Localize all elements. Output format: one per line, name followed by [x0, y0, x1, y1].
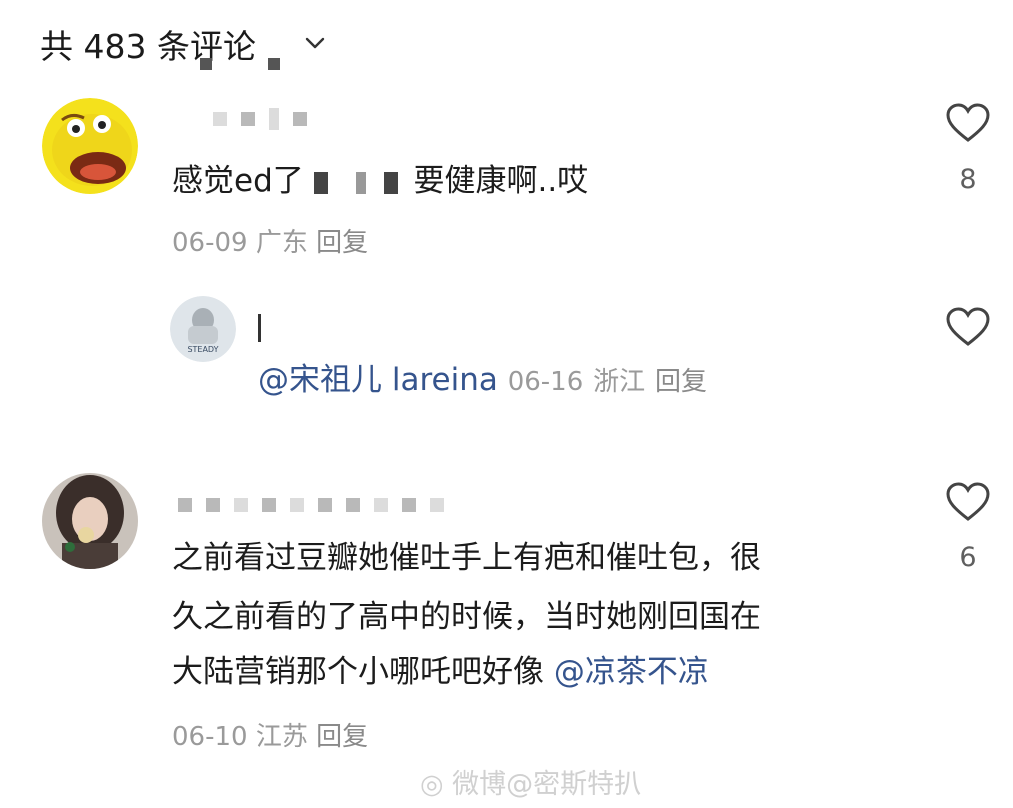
mosaic-block [430, 498, 444, 512]
mosaic-block [290, 498, 304, 512]
censor-mosaic [313, 171, 404, 194]
emoji-face-icon [42, 98, 138, 194]
avatar[interactable]: STEADY [170, 296, 236, 362]
comment-date: 06-09 [172, 228, 248, 258]
mention-link[interactable]: @宋祖儿 lareina [258, 362, 498, 398]
comment-text-start: 感觉ed了 [172, 163, 304, 199]
mosaic-block [269, 108, 279, 130]
avatar-photo-icon: STEADY [170, 296, 236, 362]
mention-link[interactable]: @凉茶不凉 [554, 654, 709, 690]
reply-text: @宋祖儿 lareina 06-16 浙江 回复 [258, 362, 707, 399]
comment-meta: 06-09 广东 回复 [172, 222, 368, 259]
comment-line-1: 之前看过豆瓣她催吐手上有疤和催吐包，很 [172, 540, 761, 576]
avatar-text: STEADY [187, 345, 218, 354]
heart-icon[interactable] [945, 102, 991, 144]
comment-meta: 06-10 江苏 回复 [172, 716, 368, 753]
weibo-logo: ◎ [420, 769, 444, 800]
heart-icon[interactable] [945, 306, 991, 348]
reply-button[interactable]: 回复 [316, 722, 368, 752]
mosaic-block [293, 112, 307, 126]
comment-text: 大陆营销那个小哪吒吧好像 [172, 654, 544, 690]
watermark-text: 微博@密斯特扒 [452, 769, 642, 800]
comment-line-2: 久之前看的了高中的时候，当时她刚回国在 [172, 599, 761, 635]
comment-location: 江苏 [255, 722, 308, 752]
comment-location: 浙江 [593, 367, 646, 397]
comment-date: 06-10 [172, 722, 248, 752]
chevron-down-icon[interactable] [304, 32, 326, 54]
username-cursor[interactable] [258, 314, 261, 342]
mosaic-block [200, 58, 212, 70]
comment-date: 06-16 [507, 367, 584, 397]
mosaic-block [234, 498, 248, 512]
username-mosaic[interactable] [178, 498, 444, 512]
mosaic-block [346, 498, 360, 512]
like-count: 6 [959, 542, 977, 573]
mosaic-block [268, 58, 280, 70]
mosaic-block [178, 498, 192, 512]
avatar-photo-icon [42, 473, 138, 569]
reply-button[interactable]: 回复 [316, 228, 368, 258]
comment-count-title[interactable]: 共 483 条评论 [40, 20, 256, 68]
mosaic-block [213, 112, 227, 126]
mosaic-block [206, 498, 220, 512]
comment-text-end: 要健康啊..哎 [413, 163, 589, 199]
mosaic-block [241, 112, 255, 126]
mosaic-block [318, 498, 332, 512]
avatar[interactable] [42, 473, 138, 569]
watermark: ◎ 微博@密斯特扒 [420, 762, 641, 801]
comment-location: 广东 [255, 228, 308, 258]
mosaic-block [262, 498, 276, 512]
mosaic-block [374, 498, 388, 512]
comment-line-3: 大陆营销那个小哪吒吧好像 @凉茶不凉 [172, 654, 709, 691]
comment-text: 感觉ed了 要健康啊..哎 [172, 163, 588, 200]
username-mosaic[interactable] [213, 108, 307, 130]
mosaic-block [402, 498, 416, 512]
heart-icon[interactable] [945, 481, 991, 523]
avatar[interactable] [42, 98, 138, 194]
like-count: 8 [959, 164, 977, 195]
reply-button[interactable]: 回复 [655, 367, 707, 397]
